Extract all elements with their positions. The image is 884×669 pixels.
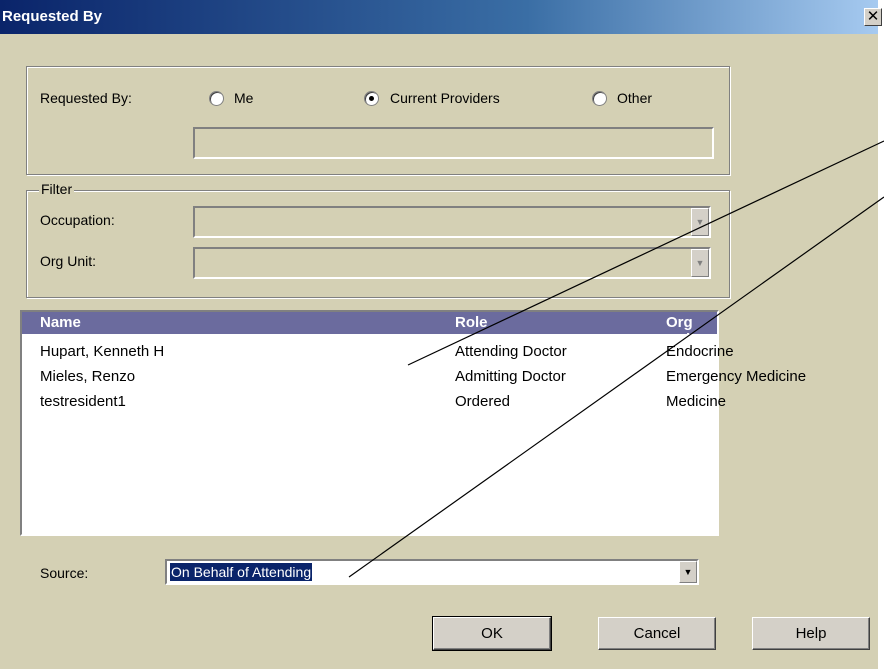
list-header: Name Role Org Unit bbox=[22, 312, 717, 348]
close-button[interactable]: ✕ bbox=[864, 8, 882, 26]
radio-current-providers-label[interactable]: Current Providers bbox=[390, 90, 500, 106]
occupation-select[interactable]: ▼ bbox=[193, 206, 711, 238]
cell-name: Mieles, Renzo bbox=[40, 368, 136, 385]
column-header-role[interactable]: Role bbox=[455, 314, 488, 331]
column-header-name[interactable]: Name bbox=[40, 314, 81, 331]
chevron-down-icon: ▼ bbox=[695, 217, 705, 227]
filter-legend: Filter bbox=[39, 181, 75, 197]
radio-current-providers[interactable] bbox=[364, 91, 379, 106]
ok-button[interactable]: OK bbox=[432, 616, 552, 651]
requested-by-label: Requested By: bbox=[40, 90, 132, 106]
cell-org-unit: Medicine bbox=[666, 393, 727, 410]
cell-name: Hupart, Kenneth H bbox=[40, 343, 165, 360]
list-row[interactable]: Mieles, Renzo Admitting Doctor Emergency… bbox=[22, 366, 806, 390]
cell-org-unit: Endocrine bbox=[666, 343, 734, 360]
occupation-dropdown-button[interactable]: ▼ bbox=[691, 208, 709, 236]
cell-org-unit: Emergency Medicine bbox=[666, 368, 807, 385]
source-label: Source: bbox=[40, 565, 89, 581]
cancel-button[interactable]: Cancel bbox=[598, 617, 716, 650]
other-provider-field[interactable] bbox=[193, 127, 714, 159]
title-bar[interactable]: Requested By bbox=[0, 0, 878, 34]
close-icon: ✕ bbox=[866, 8, 880, 25]
source-select[interactable]: On Behalf of Attending ▼ bbox=[165, 559, 699, 585]
org-unit-select[interactable]: ▼ bbox=[193, 247, 711, 279]
chevron-down-icon: ▼ bbox=[683, 567, 693, 577]
list-row[interactable]: testresident1 Ordered Medicine bbox=[22, 391, 726, 415]
source-dropdown-button[interactable]: ▼ bbox=[679, 561, 697, 583]
provider-list[interactable]: Name Role Org Unit Hupart, Kenneth H Att… bbox=[20, 310, 806, 536]
help-button[interactable]: Help bbox=[752, 617, 870, 650]
chevron-down-icon: ▼ bbox=[695, 258, 705, 268]
radio-me-label[interactable]: Me bbox=[234, 90, 253, 106]
occupation-label: Occupation: bbox=[40, 212, 115, 228]
cell-role: Attending Doctor bbox=[455, 343, 567, 360]
org-unit-label: Org Unit: bbox=[40, 253, 97, 269]
radio-other[interactable] bbox=[592, 91, 607, 106]
cell-role: Admitting Doctor bbox=[455, 368, 566, 385]
requested-by-dialog: Requested By ✕ Requested By: Me Current … bbox=[0, 0, 882, 669]
list-row[interactable]: Hupart, Kenneth H Attending Doctor Endoc… bbox=[22, 341, 734, 365]
radio-other-label[interactable]: Other bbox=[617, 90, 652, 106]
cell-name: testresident1 bbox=[40, 393, 126, 410]
org-unit-dropdown-button[interactable]: ▼ bbox=[691, 249, 709, 277]
window-title: Requested By bbox=[2, 8, 103, 25]
source-value: On Behalf of Attending bbox=[170, 563, 313, 581]
cell-role: Ordered bbox=[455, 393, 511, 410]
radio-me[interactable] bbox=[209, 91, 224, 106]
